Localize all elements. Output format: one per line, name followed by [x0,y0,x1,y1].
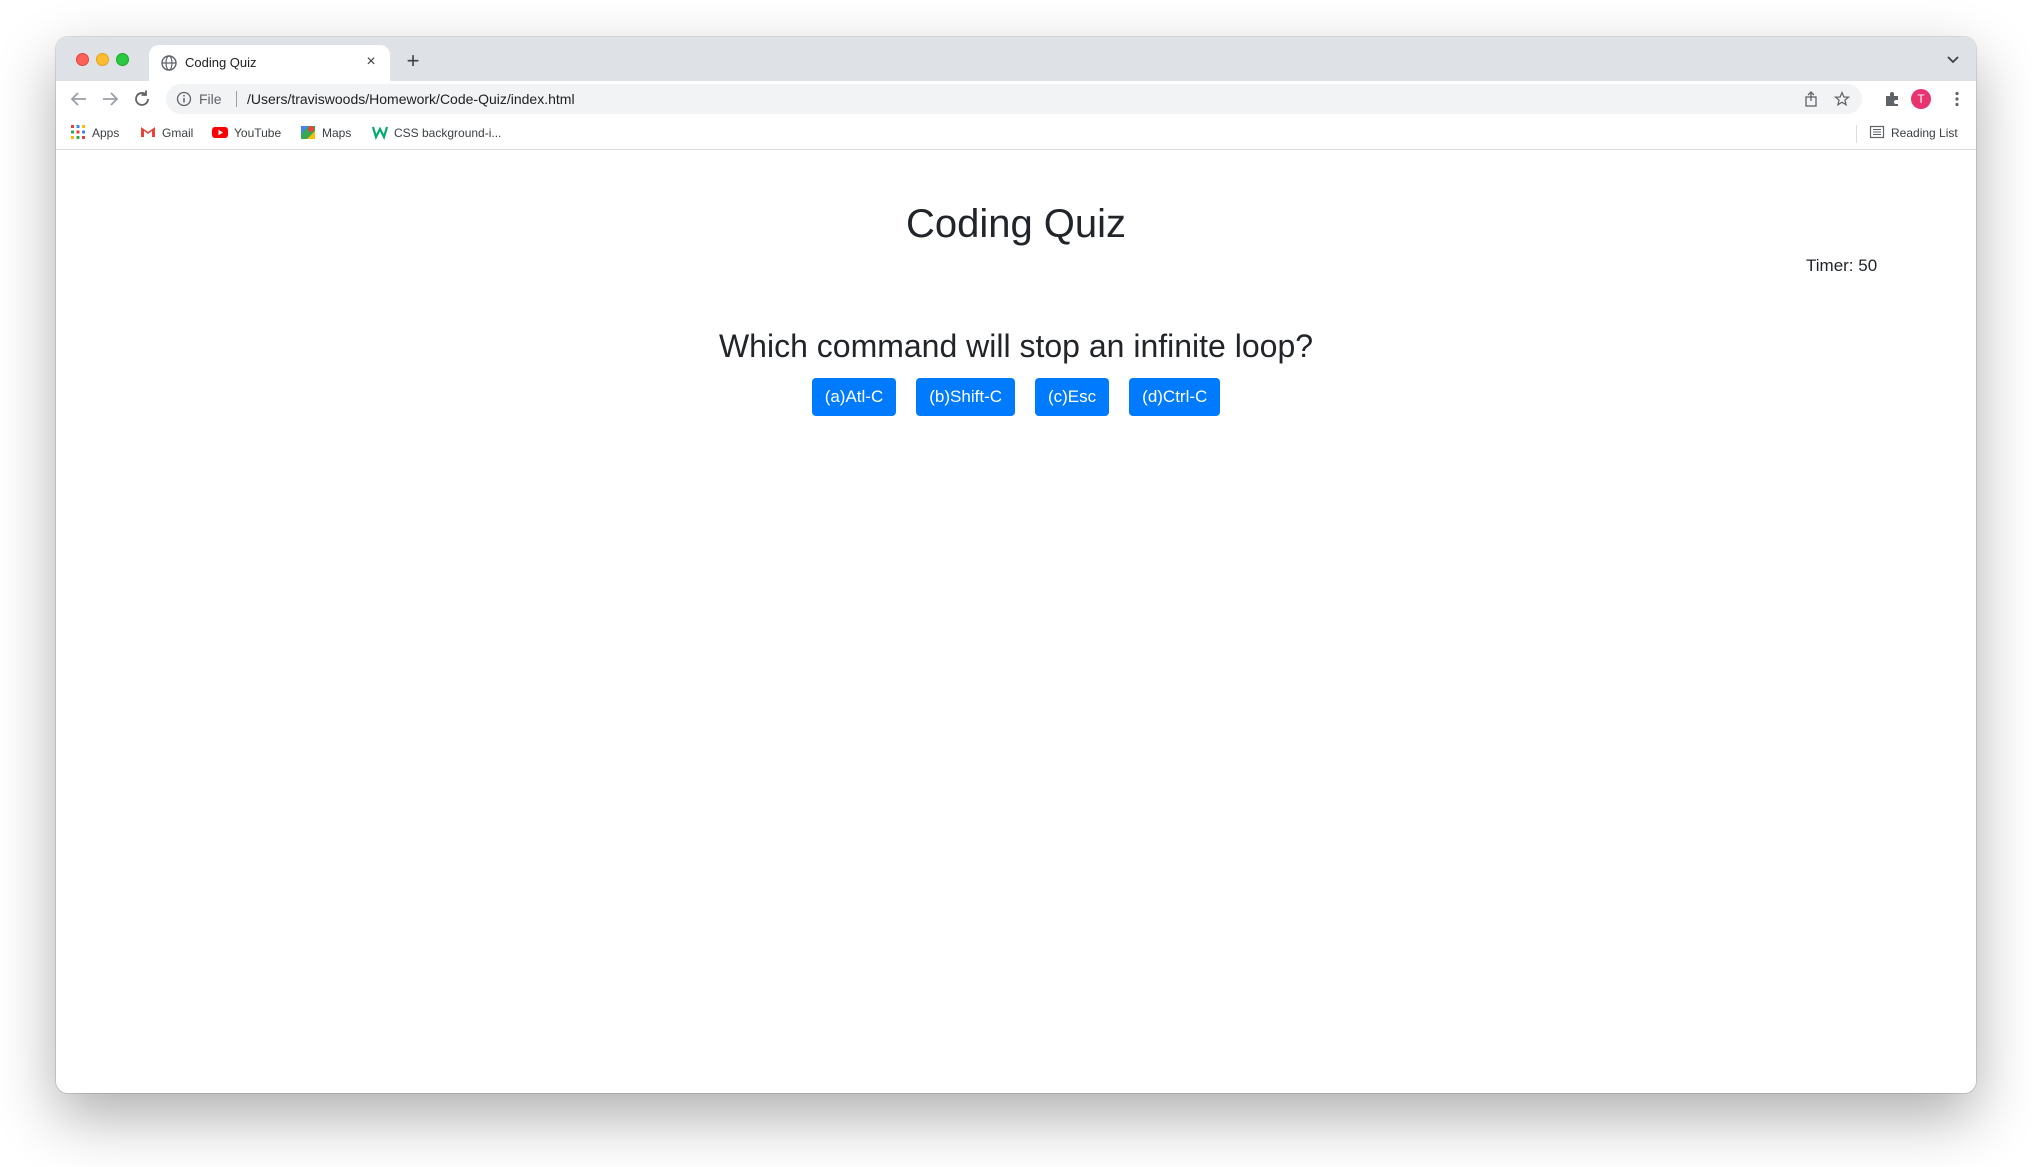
gmail-icon [141,127,155,137]
bookmark-maps[interactable]: Maps [300,124,351,142]
w3schools-icon [372,126,388,140]
reading-list-label: Reading List [1891,126,1958,140]
reload-icon[interactable] [131,88,153,110]
omnibox-divider [236,91,237,107]
forward-arrow-icon[interactable] [99,88,121,110]
page-content: Coding Quiz Timer: 50 Which command will… [56,150,1976,1093]
bookmarks-bar: Apps Gmail YouTube Maps CSS background-i… [56,117,1976,150]
reading-list-icon [1869,125,1885,139]
tab-title: Coding Quiz [185,55,257,70]
maximize-window-button[interactable] [116,53,129,66]
bookmark-label: CSS background-i... [394,126,502,140]
bookmarks-divider [1856,125,1857,143]
browser-window: Coding Quiz × + File /Users/traviswoods/… [56,37,1976,1093]
star-icon[interactable] [1834,91,1850,107]
page-title: Coding Quiz [905,202,1127,246]
address-bar[interactable]: File /Users/traviswoods/Homework/Code-Qu… [166,84,1862,114]
answer-buttons: (a)Atl-C (b)Shift-C (c)Esc (d)Ctrl-C [56,378,1976,416]
profile-avatar[interactable]: T [1911,89,1931,109]
apps-grid-icon [71,125,85,139]
reading-list-button[interactable]: Reading List [1869,124,1958,142]
answer-button-c[interactable]: (c)Esc [1034,378,1110,416]
bookmark-apps[interactable]: Apps [70,124,119,142]
bookmark-label: YouTube [234,126,282,140]
chevron-down-icon[interactable] [1944,50,1962,68]
info-icon[interactable] [176,91,192,107]
url-text[interactable]: /Users/traviswoods/Homework/Code-Quiz/in… [247,90,575,108]
bookmark-label: Maps [322,126,352,140]
tab-strip: Coding Quiz × + [56,37,1976,81]
youtube-icon [212,127,228,138]
bookmark-css-background[interactable]: CSS background-i... [372,124,501,142]
bookmark-label: Apps [92,126,120,140]
toolbar: File /Users/traviswoods/Homework/Code-Qu… [56,81,1976,117]
share-icon[interactable] [1803,91,1819,107]
close-tab-icon[interactable]: × [362,53,380,71]
close-window-button[interactable] [76,53,89,66]
answer-button-a[interactable]: (a)Atl-C [811,378,897,416]
minimize-window-button[interactable] [96,53,109,66]
globe-icon [161,55,177,71]
question-text: Which command will stop an infinite loop… [718,328,1314,364]
url-scheme-label: File [199,91,222,107]
answer-button-b[interactable]: (b)Shift-C [916,378,1015,416]
more-vertical-icon[interactable] [1948,90,1966,108]
tab-coding-quiz[interactable]: Coding Quiz × [149,45,390,81]
back-arrow-icon[interactable] [68,88,90,110]
timer-display: Timer: 50 [1806,256,1878,275]
bookmark-label: Gmail [162,126,194,140]
new-tab-button[interactable]: + [401,49,425,73]
extensions-puzzle-icon[interactable] [1883,90,1901,108]
answer-button-d[interactable]: (d)Ctrl-C [1129,378,1221,416]
bookmark-youtube[interactable]: YouTube [212,124,281,142]
bookmark-gmail[interactable]: Gmail [140,124,193,142]
maps-icon [301,126,315,139]
